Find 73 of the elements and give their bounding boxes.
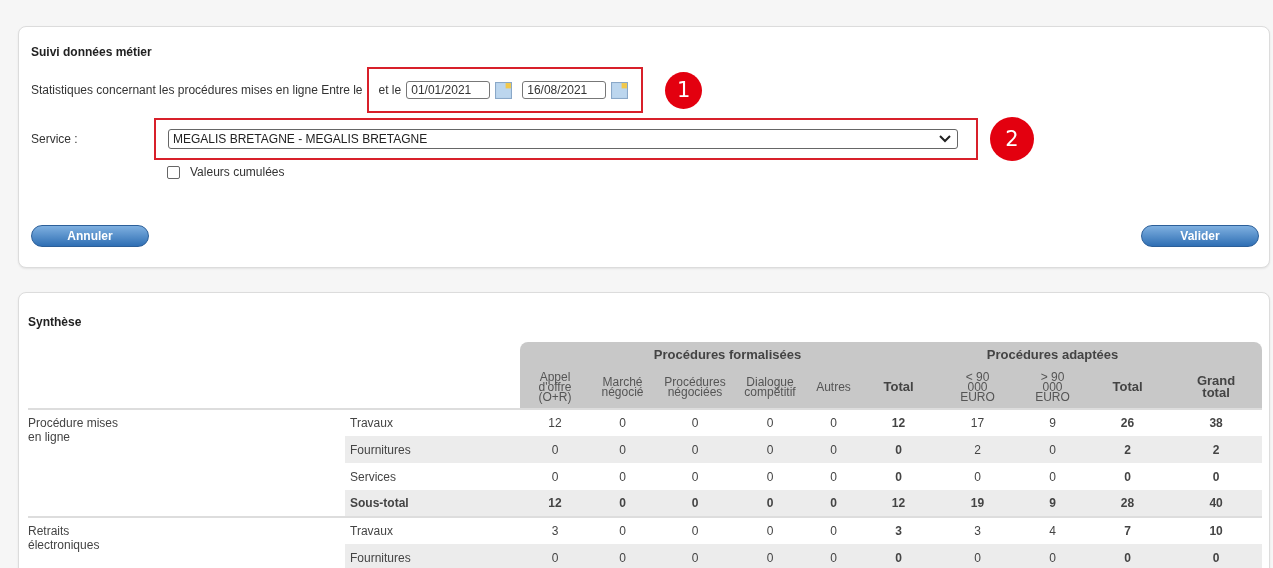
service-dropdown[interactable]: MEGALIS BRETAGNE - MEGALIS BRETAGNE [168, 129, 958, 149]
period-label: Statistiques concernant les procédures mises en ligne Entre le [31, 83, 363, 97]
checkbox-label: Valeurs cumulées [190, 165, 285, 179]
table-cell: 0 [590, 463, 655, 490]
table-cell: 12 [862, 490, 936, 517]
table-cell: 0 [1085, 544, 1171, 568]
table-cell: 12 [520, 490, 590, 517]
table-cell: 0 [805, 490, 862, 517]
column-header: Dialogue compétitif [744, 377, 796, 397]
table-cell: 0 [805, 463, 862, 490]
callout-number: 1 [665, 71, 703, 109]
table-cell: 0 [735, 490, 805, 517]
table-cell: 0 [805, 436, 862, 463]
service-label: Service : [31, 132, 79, 146]
date-field[interactable]: 16/08/2021 [522, 81, 607, 99]
column-group-header: Procédures formalisées [520, 342, 936, 366]
table-cell: Sous-total [345, 490, 520, 517]
table-cell: 2 [935, 436, 1021, 463]
table-cell: 0 [935, 544, 1021, 568]
table-cell: 0 [655, 544, 735, 568]
table-cell: 0 [935, 463, 1021, 490]
table-cell: 19 [935, 490, 1021, 517]
chevron-down-icon [939, 135, 951, 143]
table-cell: 0 [655, 463, 735, 490]
column-header: Total [883, 381, 914, 393]
table-cell: 0 [520, 544, 590, 568]
table-cell: 9 [1020, 490, 1086, 517]
table-cell: 0 [655, 490, 735, 517]
row-group-label: Retraits électroniques [28, 524, 101, 552]
calendar-icon[interactable] [611, 81, 629, 99]
callout-number: 2 [990, 117, 1034, 161]
panel-title: Suivi données métier [31, 45, 153, 59]
column-header: < 90 000 EURO [960, 372, 995, 402]
table-cell: 0 [655, 436, 735, 463]
table-cell: 0 [1170, 463, 1263, 490]
table-cell: 0 [520, 436, 590, 463]
panel-title: Synthèse [28, 315, 83, 329]
column-header: Appel d'offre (O+R) [538, 372, 572, 402]
table-cell: 0 [1020, 544, 1086, 568]
table-cell: 0 [735, 544, 805, 568]
table-cell: 0 [1085, 463, 1171, 490]
table-cell: 0 [862, 436, 936, 463]
table-cell: 40 [1170, 490, 1263, 517]
table-cell: 0 [520, 463, 590, 490]
row-group-label: Procédure mises en ligne [28, 416, 120, 444]
date-field[interactable]: 01/01/2021 [406, 81, 491, 99]
column-header: Procédures négociées [664, 377, 726, 397]
table-cell: Fournitures [345, 544, 520, 568]
table-cell: 2 [1170, 436, 1263, 463]
column-group-header: Procédures adaptées [935, 342, 1171, 366]
column-header: Total [1112, 381, 1143, 393]
table-cell: 0 [1020, 463, 1086, 490]
table-cell: 0 [590, 490, 655, 517]
table-cell: 0 [590, 544, 655, 568]
table-cell: 0 [862, 463, 936, 490]
checkbox[interactable] [167, 165, 180, 179]
table-cell: 2 [1085, 436, 1171, 463]
table-cell: Fournitures [345, 436, 520, 463]
calendar-icon[interactable] [495, 81, 513, 99]
table-cell: 0 [805, 544, 862, 568]
table-cell: 0 [1170, 544, 1263, 568]
column-header: Autres [816, 382, 851, 392]
column-header: Grand total [1196, 375, 1236, 399]
table-cell: 0 [862, 544, 936, 568]
column-header: Marché négocié [601, 377, 644, 397]
table-cell: 28 [1085, 490, 1171, 517]
column-header: > 90 000 EURO [1035, 372, 1070, 402]
table-cell: 0 [735, 436, 805, 463]
table-cell: 0 [735, 463, 805, 490]
table-cell: 0 [590, 436, 655, 463]
table-cell: 0 [1020, 436, 1086, 463]
table-cell: Services [345, 463, 520, 490]
period-join-label: et le [378, 83, 402, 97]
